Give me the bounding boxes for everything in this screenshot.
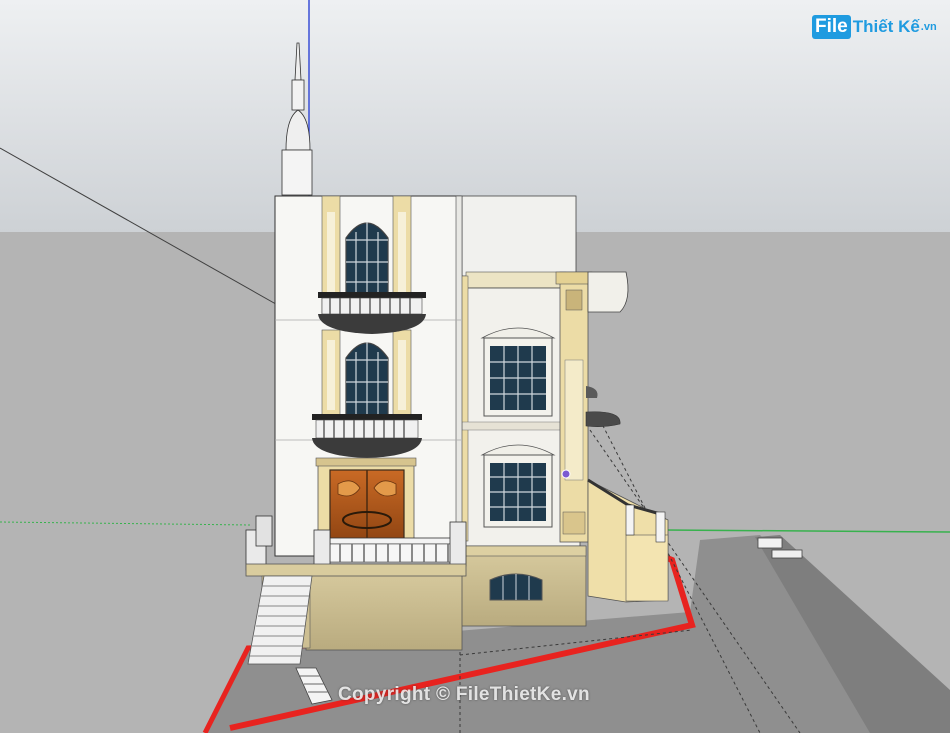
- pilaster-inset-4: [398, 340, 406, 410]
- curved-balcony-top: [587, 271, 629, 313]
- spire-ring: [291, 79, 305, 111]
- entrance-lintel: [315, 457, 417, 467]
- stair-post-left-2: [255, 515, 273, 547]
- distant-object-2: [771, 549, 803, 559]
- balcony-top-rail: [318, 292, 426, 298]
- balcony-top-balusters: [321, 297, 423, 315]
- sketchup-viewport[interactable]: File Thiết Kế .vn Copyright © FileThietK…: [0, 0, 950, 733]
- podium-front: [305, 565, 463, 651]
- pilaster-inset-3: [327, 340, 335, 410]
- balcony-mid-balusters: [315, 419, 419, 439]
- terrace-post-right: [449, 521, 467, 567]
- logo-file-badge: File: [812, 15, 851, 39]
- distant-object: [757, 537, 783, 549]
- corner-column-ornament: [565, 289, 583, 311]
- pilaster-inset-1: [327, 212, 335, 292]
- side-post-2: [655, 511, 666, 543]
- podium-front-cap: [245, 563, 467, 577]
- podium-right-cap: [459, 545, 587, 557]
- terrace-post-left: [313, 529, 331, 567]
- corner-column-cap: [555, 271, 593, 285]
- side-post-1: [625, 504, 635, 536]
- logo-name: Thiết Kế: [852, 17, 920, 36]
- corner-column-inset: [564, 359, 584, 481]
- axis-origin-dot: [561, 469, 571, 479]
- rear-upper-block: [461, 195, 577, 277]
- pilaster-inset-2: [398, 212, 406, 292]
- spire-base: [281, 149, 313, 196]
- side-terrace-wall: [625, 534, 669, 602]
- corner-column-medallion: [562, 511, 586, 535]
- front-terrace-rail: [329, 537, 455, 545]
- copyright-watermark: Copyright © FileThietKe.vn: [338, 684, 590, 705]
- logo-domain: .vn: [920, 21, 937, 33]
- front-tower-right-edge: [455, 195, 463, 557]
- rear-cornice: [465, 271, 567, 289]
- filethietke-logo: File Thiết Kế .vn: [812, 14, 937, 40]
- model-scene[interactable]: [0, 0, 950, 733]
- balcony-mid-rail: [312, 414, 422, 420]
